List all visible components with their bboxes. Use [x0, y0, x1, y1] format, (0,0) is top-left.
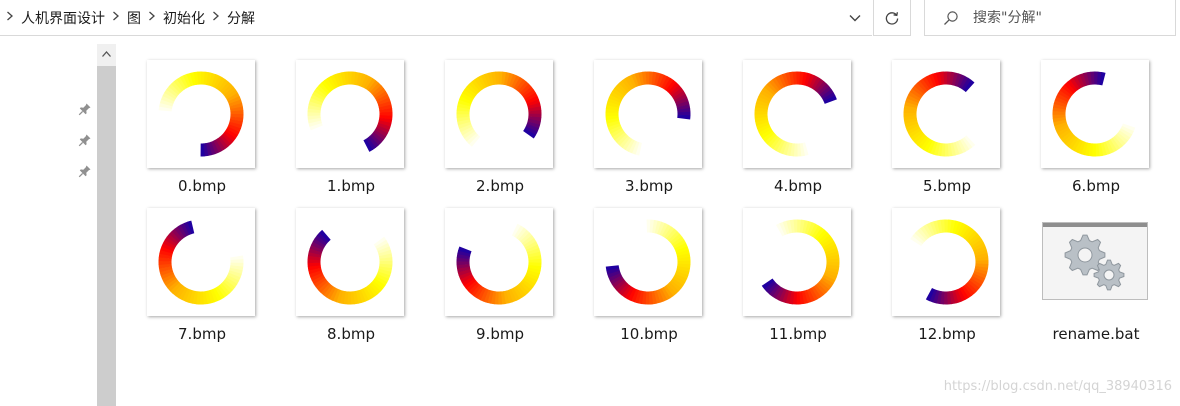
file-thumbnail[interactable]: [147, 60, 255, 168]
file-name: 4.bmp: [774, 177, 822, 195]
file-item[interactable]: 12.bmp: [891, 208, 1003, 348]
spinner-ring-icon: [754, 71, 837, 157]
file-name: 2.bmp: [476, 177, 524, 195]
breadcrumb-item[interactable]: 分解: [227, 0, 255, 36]
file-thumbnail[interactable]: [296, 60, 404, 168]
spinner-ring-icon: [908, 219, 989, 305]
file-name: 10.bmp: [620, 325, 678, 343]
chevron-up-icon: [102, 51, 111, 57]
file-name: rename.bat: [1052, 325, 1140, 343]
file-thumbnail[interactable]: [147, 208, 255, 316]
file-thumbnail[interactable]: [296, 208, 404, 316]
file-name: 0.bmp: [178, 177, 226, 195]
file-thumbnail[interactable]: [445, 60, 553, 168]
spinner-ring-icon: [605, 71, 691, 157]
gears-icon: [1064, 234, 1125, 291]
file-item[interactable]: 4.bmp: [742, 60, 854, 200]
file-item[interactable]: 7.bmp: [146, 208, 258, 348]
file-item[interactable]: 6.bmp: [1040, 60, 1152, 200]
spinner-ring-icon: [1052, 71, 1137, 157]
file-thumbnail[interactable]: [1041, 60, 1149, 168]
spinner-ring-icon: [158, 220, 244, 305]
history-dropdown-button[interactable]: [838, 0, 872, 36]
file-name: 11.bmp: [769, 325, 827, 343]
spinner-ring-icon: [761, 219, 840, 305]
vertical-scrollbar[interactable]: [97, 44, 116, 406]
file-item[interactable]: 10.bmp: [593, 208, 705, 348]
spinner-ring-icon: [456, 222, 542, 305]
file-item[interactable]: 8.bmp: [295, 208, 407, 348]
file-item[interactable]: rename.bat: [1040, 208, 1152, 348]
file-name: 7.bmp: [178, 325, 226, 343]
spinner-ring-icon: [605, 219, 691, 305]
file-item[interactable]: 1.bmp: [295, 60, 407, 200]
chevron-right-icon[interactable]: [112, 10, 120, 25]
file-item[interactable]: 11.bmp: [742, 208, 854, 348]
scrollbar-thumb[interactable]: [97, 66, 116, 406]
watermark: https://blog.csdn.net/qq_38940316: [943, 379, 1172, 394]
chevron-right-icon[interactable]: [212, 10, 220, 25]
spinner-ring-icon: [158, 71, 244, 157]
refresh-button[interactable]: [873, 0, 911, 36]
pin-icon[interactable]: [78, 102, 92, 116]
file-thumbnail[interactable]: [743, 60, 851, 168]
file-item[interactable]: 0.bmp: [146, 60, 258, 200]
breadcrumb-item[interactable]: 人机界面设计: [21, 0, 105, 36]
scroll-up-button[interactable]: [97, 44, 116, 64]
file-thumbnail[interactable]: [892, 208, 1000, 316]
file-thumbnail[interactable]: [594, 60, 702, 168]
spinner-ring-icon: [307, 229, 393, 305]
spinner-ring-icon: [903, 71, 978, 157]
file-name: 3.bmp: [625, 177, 673, 195]
refresh-icon: [885, 11, 899, 25]
file-thumbnail[interactable]: [594, 208, 702, 316]
file-name: 9.bmp: [476, 325, 524, 343]
pin-icon[interactable]: [78, 133, 92, 147]
file-thumbnail[interactable]: [445, 208, 553, 316]
search-input[interactable]: [973, 9, 1163, 26]
file-name: 12.bmp: [918, 325, 976, 343]
chevron-down-icon: [849, 15, 861, 22]
breadcrumb-item[interactable]: 图: [127, 0, 141, 36]
address-bar[interactable]: 人机界面设计 图 初始化 分解: [0, 0, 872, 36]
chevron-right-icon[interactable]: [148, 10, 156, 25]
breadcrumb-item[interactable]: 初始化: [163, 0, 205, 36]
file-thumbnail[interactable]: [1042, 222, 1148, 300]
file-name: 8.bmp: [327, 325, 375, 343]
pin-icon[interactable]: [78, 164, 92, 178]
address-toolbar: 人机界面设计 图 初始化 分解: [0, 0, 1180, 38]
spinner-ring-icon: [307, 71, 393, 152]
file-item[interactable]: 5.bmp: [891, 60, 1003, 200]
search-box[interactable]: [924, 0, 1176, 36]
file-item[interactable]: 9.bmp: [444, 208, 556, 348]
navigation-pane: [0, 38, 97, 406]
chevron-right-icon[interactable]: [6, 10, 14, 25]
file-item[interactable]: 2.bmp: [444, 60, 556, 200]
file-name: 5.bmp: [923, 177, 971, 195]
file-name: 6.bmp: [1072, 177, 1120, 195]
file-thumbnail[interactable]: [743, 208, 851, 316]
search-icon: [944, 10, 958, 25]
file-name: 1.bmp: [327, 177, 375, 195]
file-thumbnail[interactable]: [892, 60, 1000, 168]
spinner-ring-icon: [456, 71, 542, 149]
file-item[interactable]: 3.bmp: [593, 60, 705, 200]
